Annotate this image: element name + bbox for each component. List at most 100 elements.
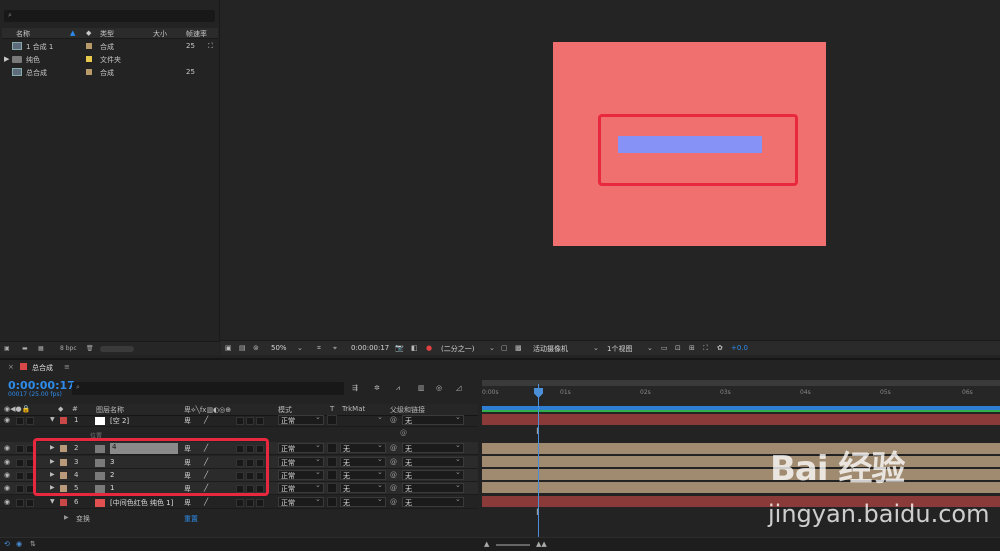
fit-icon[interactable]: ⌗ bbox=[317, 344, 321, 353]
chevron-down-icon[interactable]: ⌄ bbox=[377, 481, 383, 489]
chevron-down-icon[interactable]: ⌄ bbox=[489, 344, 495, 352]
zoom-out-icon[interactable]: ▲ bbox=[484, 540, 489, 548]
chevron-down-icon[interactable]: ⌄ bbox=[455, 481, 461, 489]
col-size[interactable]: 大小 bbox=[153, 29, 167, 39]
resolution-dropdown[interactable]: (二分之一) bbox=[441, 344, 474, 354]
preserve-transparency-toggle[interactable] bbox=[327, 470, 337, 480]
grid-icon[interactable]: ⌖ bbox=[333, 344, 337, 353]
flowchart-icon[interactable]: ⛶ bbox=[703, 344, 708, 353]
timeline-icon[interactable]: ⊞ bbox=[689, 344, 695, 352]
chevron-down-icon[interactable]: ⌄ bbox=[377, 413, 383, 421]
motion-blur-icon[interactable]: ◎ bbox=[436, 384, 442, 392]
vr-icon[interactable]: ▤ bbox=[239, 344, 246, 352]
preserve-transparency-toggle[interactable] bbox=[327, 457, 337, 467]
zoom-slider[interactable] bbox=[496, 544, 530, 546]
label-color-box[interactable] bbox=[60, 499, 67, 506]
switch-cell[interactable] bbox=[256, 417, 264, 425]
layer-name[interactable]: [空 2] bbox=[110, 416, 129, 426]
transparency-grid-icon[interactable]: ▩ bbox=[515, 344, 522, 352]
switch-cell[interactable] bbox=[236, 417, 244, 425]
zoom-in-icon[interactable]: ▲▲ bbox=[536, 540, 547, 548]
reset-link[interactable]: 重置 bbox=[184, 514, 198, 524]
bpc-label[interactable]: 8 bpc bbox=[60, 345, 77, 352]
show-snapshot-icon[interactable]: ◧ bbox=[411, 344, 418, 352]
layer-row[interactable]: ◉ ▼ 1 [空 2] 卑 ╱ 正常 @ 无 ⌄ ⌄ ⌄ bbox=[0, 413, 478, 427]
shy-switch-icon[interactable]: 卑 bbox=[184, 498, 191, 508]
chevron-down-icon[interactable]: ⌄ bbox=[315, 441, 321, 449]
chevron-down-icon[interactable]: ⌄ bbox=[455, 495, 461, 503]
eye-icon[interactable]: ◉ bbox=[4, 458, 10, 466]
pickwhip-icon[interactable]: @ bbox=[390, 416, 397, 424]
interpret-footage-icon[interactable]: ▣ bbox=[4, 345, 10, 352]
camera-snapshot-icon[interactable]: 📷 bbox=[395, 344, 404, 352]
fast-preview-icon[interactable]: ⊡ bbox=[675, 344, 681, 352]
trash-icon[interactable]: 🗑 bbox=[86, 345, 94, 352]
preserve-transparency-toggle[interactable] bbox=[327, 415, 337, 425]
flowchart-icon[interactable]: ⛶ bbox=[208, 42, 213, 51]
layer-duration-bar[interactable] bbox=[482, 414, 1000, 425]
draft-3d-icon[interactable]: ✲ bbox=[374, 384, 380, 392]
solo-toggle[interactable] bbox=[16, 499, 24, 507]
col-number[interactable]: # bbox=[72, 405, 78, 413]
panel-menu-icon[interactable]: ≡ bbox=[64, 363, 70, 371]
eye-icon[interactable]: ◉ bbox=[4, 498, 10, 506]
chevron-down-icon[interactable]: ⌄ bbox=[647, 344, 653, 352]
av-features-icon[interactable]: ◉◀●🔒 bbox=[4, 405, 30, 413]
solo-toggle[interactable] bbox=[16, 417, 24, 425]
chevron-down-icon[interactable]: ⌄ bbox=[455, 468, 461, 476]
col-fps[interactable]: 帧速率 bbox=[186, 29, 207, 39]
reset-exposure-icon[interactable]: ✿ bbox=[717, 344, 723, 352]
zoom-dropdown[interactable]: 50% bbox=[271, 344, 287, 352]
sort-arrow-icon[interactable]: ▲ bbox=[70, 29, 75, 37]
label-color-box[interactable] bbox=[60, 417, 67, 424]
chevron-down-icon[interactable]: ⌄ bbox=[377, 441, 383, 449]
time-ruler[interactable] bbox=[482, 380, 1000, 412]
switch-cell[interactable] bbox=[236, 499, 244, 507]
switch-cell[interactable] bbox=[246, 417, 254, 425]
render-time-icon[interactable]: ⟲ bbox=[4, 540, 10, 548]
pickwhip-icon[interactable]: @ bbox=[390, 484, 397, 492]
chevron-down-icon[interactable]: ⌄ bbox=[593, 344, 599, 352]
chevron-down-icon[interactable]: ⌄ bbox=[315, 468, 321, 476]
col-t[interactable]: T bbox=[330, 405, 334, 413]
expand-arrow-icon[interactable]: ▼ bbox=[50, 498, 55, 505]
expand-arrow-icon[interactable]: ▼ bbox=[50, 416, 55, 423]
always-preview-icon[interactable]: ▣ bbox=[225, 344, 232, 352]
pickwhip-icon[interactable]: @ bbox=[390, 498, 397, 506]
chevron-down-icon[interactable]: ⌄ bbox=[377, 468, 383, 476]
layer-row[interactable]: ◉ ▼ 6 [中间色红色 纯色 1] 卑 ╱ 正常无 @ 无 ⌄ ⌄ ⌄ bbox=[0, 495, 478, 509]
color-channel-icon[interactable]: ● bbox=[426, 344, 432, 352]
eye-icon[interactable]: ◉ bbox=[4, 471, 10, 479]
views-dropdown[interactable]: 1个视图 bbox=[607, 344, 632, 354]
project-item[interactable]: 1 合成 1 合成 25 ⛶ bbox=[2, 40, 218, 53]
pickwhip-icon[interactable]: @ bbox=[390, 471, 397, 479]
label-tag-icon[interactable]: ◆ bbox=[58, 405, 63, 413]
col-type[interactable]: 类型 bbox=[100, 29, 114, 39]
close-icon[interactable]: × bbox=[8, 363, 14, 371]
thumbnail-slider[interactable] bbox=[100, 346, 134, 352]
chevron-down-icon[interactable]: ⌄ bbox=[455, 413, 461, 421]
chevron-down-icon[interactable]: ⌄ bbox=[455, 441, 461, 449]
project-item[interactable]: 总合成 合成 25 bbox=[2, 66, 218, 79]
solo-toggle[interactable] bbox=[16, 472, 24, 480]
expand-arrow-icon[interactable]: ▶ bbox=[64, 514, 69, 521]
new-folder-icon[interactable]: ▬ bbox=[22, 345, 28, 352]
exposure-value[interactable]: +0.0 bbox=[731, 344, 748, 352]
layer-name[interactable]: [中间色红色 纯色 1] bbox=[110, 498, 173, 508]
lock-toggle[interactable] bbox=[26, 499, 34, 507]
chevron-down-icon[interactable]: ⌄ bbox=[315, 495, 321, 503]
preserve-transparency-toggle[interactable] bbox=[327, 497, 337, 507]
chevron-down-icon[interactable]: ⌄ bbox=[377, 455, 383, 463]
expand-arrow-icon[interactable]: ▶ bbox=[4, 55, 9, 63]
lock-toggle[interactable] bbox=[26, 417, 34, 425]
preserve-transparency-toggle[interactable] bbox=[327, 483, 337, 493]
roi-icon[interactable]: ▢ bbox=[501, 344, 508, 352]
switches-toggle-icon[interactable]: ◉ bbox=[16, 540, 22, 548]
composition-flowchart-icon[interactable]: ⇶ bbox=[352, 384, 358, 392]
modes-toggle-icon[interactable]: ⇅ bbox=[30, 540, 36, 548]
toggle-pixel-icon[interactable]: ▭ bbox=[661, 344, 668, 352]
quality-switch-icon[interactable]: ╱ bbox=[204, 498, 208, 506]
mask-icon[interactable]: ⊚ bbox=[253, 344, 259, 352]
solo-toggle[interactable] bbox=[16, 459, 24, 467]
solo-toggle[interactable] bbox=[16, 445, 24, 453]
